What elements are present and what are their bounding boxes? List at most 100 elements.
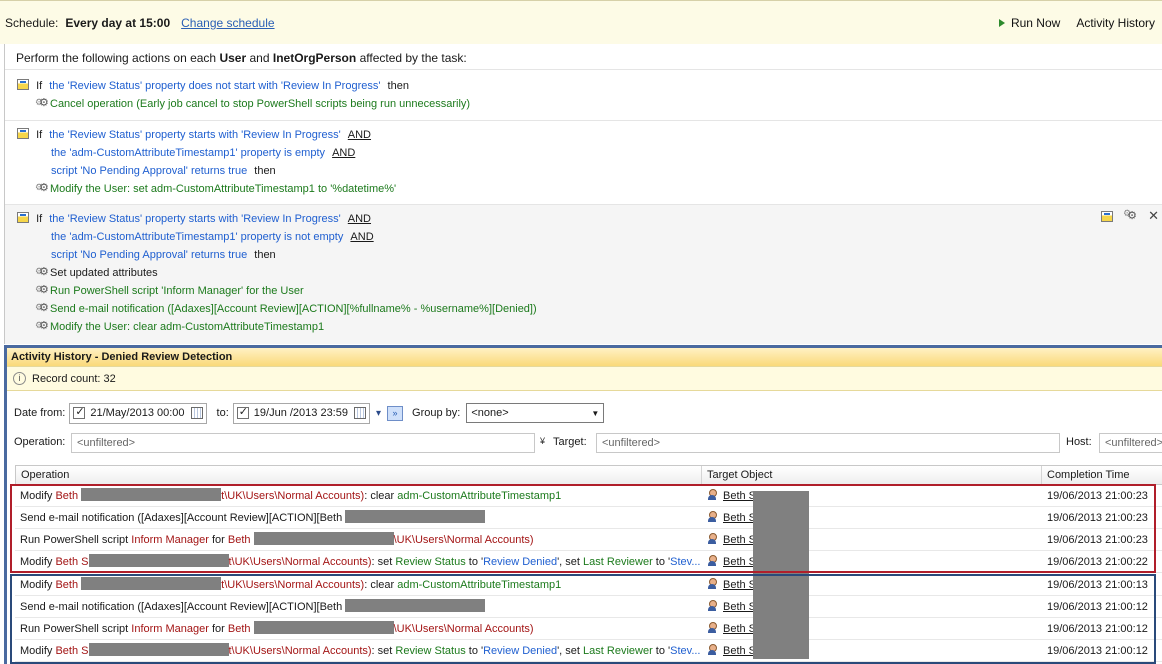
calendar-icon[interactable]	[190, 407, 203, 419]
action-line[interactable]: Set updated attributes	[35, 263, 158, 281]
intro-object-user: User	[219, 51, 247, 65]
condition-text[interactable]: the 'adm-CustomAttributeTimestamp1' prop…	[51, 147, 325, 159]
filter-expand-icon[interactable]: ¥	[540, 436, 545, 446]
action-text: Set updated attributes	[50, 267, 158, 279]
and-operator[interactable]: AND	[350, 231, 373, 243]
action-text: Cancel operation (Early job cancel to st…	[50, 98, 471, 110]
target-filter-input[interactable]: <unfiltered>	[596, 433, 1060, 453]
condition-text[interactable]: the 'adm-CustomAttributeTimestamp1' prop…	[51, 231, 343, 243]
condition-block-2[interactable]: If the 'Review Status' property starts w…	[5, 120, 1162, 204]
action-text: Modify the User: clear adm-CustomAttribu…	[50, 321, 325, 333]
table-row[interactable]: Modify Beth St\UK\Users\Normal Accounts)…	[15, 551, 1162, 573]
action-line[interactable]: Modify the User: clear adm-CustomAttribu…	[35, 317, 325, 335]
host-filter-input[interactable]: <unfiltered>	[1099, 433, 1162, 453]
gear-icon	[35, 263, 50, 280]
table-row[interactable]: Modify Beth St\UK\Users\Normal Accounts)…	[15, 640, 1162, 662]
table-row[interactable]: Send e-mail notification ([Adaxes][Accou…	[15, 596, 1162, 618]
date-from-label: Date from:	[14, 407, 66, 419]
user-icon	[707, 644, 717, 655]
condition-text[interactable]: the 'Review Status' property starts with…	[49, 213, 340, 225]
action-line[interactable]: Send e-mail notification ([Adaxes][Accou…	[35, 299, 537, 317]
condition-icon	[17, 79, 29, 90]
user-icon	[707, 511, 717, 522]
redacted-text	[253, 621, 394, 634]
condition-line: If the 'Review Status' property does not…	[17, 78, 409, 94]
activity-history-button[interactable]: Activity History	[1076, 16, 1155, 30]
condition-text[interactable]: the 'Review Status' property starts with…	[49, 129, 340, 141]
condition-line: If the 'Review Status' property starts w…	[17, 211, 371, 227]
column-header-completion-time[interactable]: Completion Time	[1042, 466, 1162, 484]
and-operator[interactable]: AND	[332, 147, 355, 159]
user-icon	[707, 555, 717, 566]
condition-text[interactable]: script 'No Pending Approval' returns tru…	[51, 249, 247, 261]
column-header-operation[interactable]: Operation	[16, 466, 702, 484]
condition-block-1[interactable]: If the 'Review Status' property does not…	[5, 69, 1162, 120]
schedule-value: Every day at 15:00	[65, 15, 171, 30]
target-cell[interactable]: Beth S	[707, 529, 756, 551]
run-now-button[interactable]: Run Now	[998, 15, 1061, 30]
table-row[interactable]: Modify Beth t\UK\Users\Normal Accounts):…	[15, 485, 1162, 507]
date-from-value: 21/May/2013 00:00	[90, 407, 185, 419]
action-line[interactable]: Cancel operation (Early job cancel to st…	[35, 94, 471, 112]
chevron-down-icon[interactable]: ▾	[376, 408, 381, 419]
user-icon	[707, 533, 717, 544]
history-grid: Operation Target Object Completion Time	[15, 465, 1162, 485]
operation-cell: Modify Beth St\UK\Users\Normal Accounts)…	[20, 643, 700, 657]
condition-text[interactable]: script 'No Pending Approval' returns tru…	[51, 165, 247, 177]
condition-line: script 'No Pending Approval' returns tru…	[51, 163, 276, 179]
target-cell[interactable]: Beth S	[707, 640, 756, 662]
gear-icon	[35, 281, 50, 298]
operation-filter-input[interactable]: <unfiltered>	[71, 433, 535, 453]
date-from-picker[interactable]: 21/May/2013 00:00	[69, 402, 207, 424]
action-line[interactable]: Run PowerShell script 'Inform Manager' f…	[35, 281, 304, 299]
intro-object-inetorgperson: InetOrgPerson	[272, 51, 357, 65]
apply-filter-button[interactable]: »	[387, 405, 404, 421]
date-from-checkbox[interactable]	[73, 405, 86, 419]
target-cell[interactable]: Beth S	[707, 551, 756, 573]
schedule-label: Schedule:	[5, 15, 59, 30]
date-to-checkbox[interactable]	[236, 405, 249, 419]
action-line[interactable]: Modify the User: set adm-CustomAttribute…	[35, 179, 396, 197]
operation-cell: Send e-mail notification ([Adaxes][Accou…	[20, 596, 700, 618]
target-cell[interactable]: Beth S	[707, 485, 756, 507]
condition-block-3[interactable]: ✕ If the 'Review Status' property starts…	[5, 204, 1162, 344]
target-cell[interactable]: Beth S	[707, 618, 756, 640]
add-condition-icon[interactable]	[1101, 209, 1114, 224]
date-to-picker[interactable]: 19/Jun /2013 23:59	[232, 402, 370, 424]
change-schedule-link[interactable]: Change schedule	[181, 16, 274, 30]
user-icon	[707, 489, 717, 500]
run-now-label: Run Now	[1010, 15, 1061, 30]
group-by-label: Group by:	[412, 407, 461, 419]
target-cell[interactable]: Beth S	[707, 574, 756, 596]
action-text: Run PowerShell script 'Inform Manager' f…	[50, 285, 304, 297]
redacted-text	[81, 577, 222, 590]
operation-cell: Modify Beth t\UK\Users\Normal Accounts):…	[20, 488, 562, 502]
operation-cell: Run PowerShell script Inform Manager for…	[20, 532, 534, 546]
redacted-text	[345, 510, 486, 523]
record-count: Record count: 32	[32, 372, 116, 385]
target-cell[interactable]: Beth S	[707, 507, 756, 529]
rules-panel: Perform the following actions on each Us…	[4, 44, 1162, 344]
calendar-icon[interactable]	[353, 407, 366, 419]
if-keyword: If	[36, 80, 43, 92]
and-operator[interactable]: AND	[348, 129, 371, 141]
table-row[interactable]: Run PowerShell script Inform Manager for…	[15, 529, 1162, 551]
action-text: Send e-mail notification ([Adaxes][Accou…	[50, 303, 537, 315]
if-keyword: If	[36, 213, 43, 225]
table-row[interactable]: Run PowerShell script Inform Manager for…	[15, 618, 1162, 640]
column-header-target[interactable]: Target Object	[702, 466, 1042, 484]
group-by-select[interactable]: <none> ▼	[466, 403, 605, 423]
condition-icon	[17, 128, 29, 139]
table-row[interactable]: Modify Beth t\UK\Users\Normal Accounts):…	[15, 574, 1162, 596]
condition-text[interactable]: the 'Review Status' property does not st…	[49, 80, 380, 92]
add-action-icon[interactable]	[1123, 208, 1138, 222]
then-keyword: then	[254, 165, 276, 177]
gear-icon	[35, 317, 50, 334]
and-operator[interactable]: AND	[348, 213, 371, 225]
gear-icon	[35, 179, 50, 196]
target-cell[interactable]: Beth S	[707, 596, 756, 618]
table-row[interactable]: Send e-mail notification ([Adaxes][Accou…	[15, 507, 1162, 529]
user-icon	[707, 600, 717, 611]
close-icon[interactable]: ✕	[1148, 208, 1159, 224]
condition-line: the 'adm-CustomAttributeTimestamp1' prop…	[51, 229, 374, 245]
